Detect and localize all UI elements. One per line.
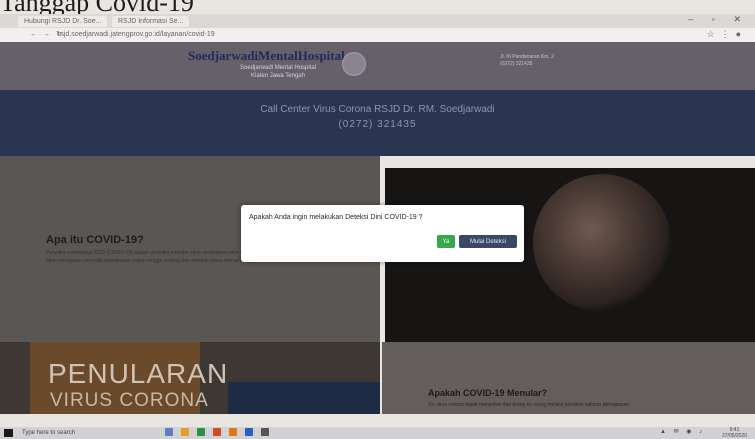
- window-controls[interactable]: – ▫ ✕: [688, 14, 749, 25]
- spread-section: Apakah COVID-19 Menular? Ya, virus coron…: [382, 342, 755, 414]
- forward-icon[interactable]: →: [43, 31, 56, 38]
- call-center-title: Call Center Virus Corona RSJD Dr. RM. So…: [260, 104, 495, 115]
- hospital-emblem-icon: [342, 52, 366, 76]
- windows-start-icon[interactable]: [4, 429, 13, 437]
- settings-icon[interactable]: [261, 428, 269, 436]
- menu-icon[interactable]: ⋮: [721, 29, 736, 39]
- system-tray[interactable]: ▲ ✉ ◉ ♪: [660, 428, 705, 435]
- file-explorer-icon[interactable]: [181, 428, 189, 436]
- taskbar-apps: [165, 428, 277, 438]
- spread-title-line1: PENULARAN: [48, 358, 229, 389]
- app-icon[interactable]: [229, 428, 237, 436]
- store-icon[interactable]: [197, 428, 205, 436]
- star-icon[interactable]: ☆: [706, 29, 720, 39]
- spread-card: [228, 382, 380, 414]
- info-heading: Apa itu COVID-19?: [46, 234, 144, 246]
- spread-body: Ya, virus corona dapat menyebar dari ora…: [428, 402, 631, 408]
- spread-title-line2: VIRUS CORONA: [50, 390, 209, 411]
- word-icon[interactable]: [245, 428, 253, 436]
- modal-question: Apakah Anda ingin melakukan Deteksi Dini…: [249, 214, 423, 221]
- browser-tabbar: Hubungi RSJD Dr. Soe... RSJD Informasi S…: [0, 14, 755, 28]
- spread-banner: PENULARAN VIRUS CORONA: [0, 342, 380, 414]
- profile-icon[interactable]: ●: [736, 29, 747, 39]
- os-taskbar: Type here to search ▲ ✉ ◉ ♪ 9:41 27/05/2…: [0, 427, 755, 439]
- task-view-icon[interactable]: [165, 428, 173, 436]
- start-detection-button[interactable]: Mulai Deteksi: [459, 235, 517, 248]
- browser-tab-2[interactable]: RSJD Informasi Se...: [112, 16, 190, 27]
- site-logo-text[interactable]: SoedjarwadiMentalHospital: [188, 48, 345, 64]
- taskbar-search[interactable]: Type here to search: [22, 428, 142, 438]
- coronavirus-illustration: [533, 174, 671, 312]
- header-contact: Jl. Ki Pandanaran Km. 2 (0272) 321435: [500, 54, 554, 67]
- address-bar: ←→↻ rsjd.soedjarwadi.jatengprov.go.id/la…: [0, 28, 755, 42]
- url-field[interactable]: rsjd.soedjarwadi.jatengprov.go.id/layana…: [58, 31, 215, 38]
- taskbar-clock[interactable]: 9:41 27/05/2020: [722, 427, 747, 439]
- call-center-phone[interactable]: (0272) 321435: [0, 119, 755, 130]
- browser-toolbar-icons: ☆⋮●: [706, 29, 747, 40]
- chrome-icon[interactable]: [213, 428, 221, 436]
- call-center-banner: Call Center Virus Corona RSJD Dr. RM. So…: [0, 90, 755, 156]
- yes-button[interactable]: Ya: [437, 235, 455, 248]
- detection-modal: Apakah Anda ingin melakukan Deteksi Dini…: [241, 205, 524, 262]
- back-icon[interactable]: ←: [30, 31, 43, 38]
- browser-tab-1[interactable]: Hubungi RSJD Dr. Soe...: [18, 16, 108, 27]
- spread-heading: Apakah COVID-19 Menular?: [428, 388, 548, 398]
- site-header: SoedjarwadiMentalHospital Soedjarwadi Me…: [0, 42, 755, 90]
- site-logo-subtitle: Soedjarwadi Mental Hospital Klaten Jawa …: [240, 65, 317, 79]
